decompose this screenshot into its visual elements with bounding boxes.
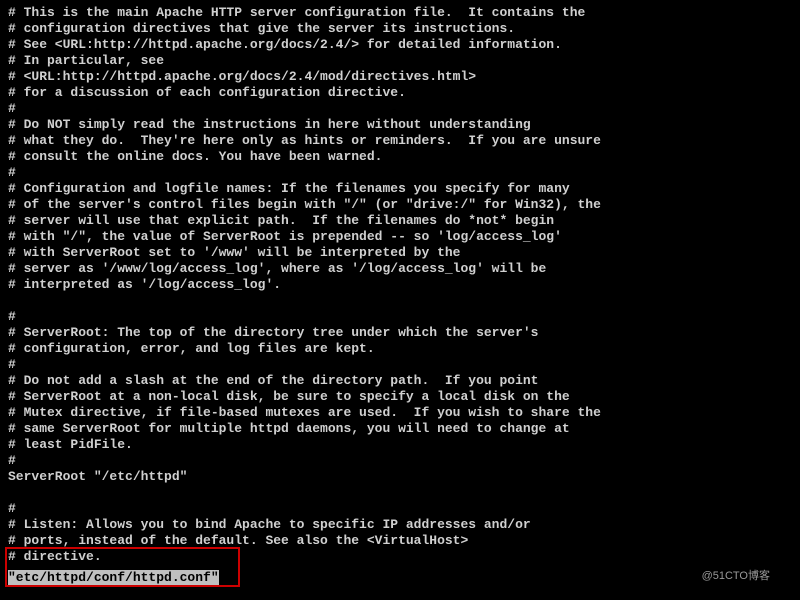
config-line: #: [8, 309, 16, 324]
config-line: # interpreted as '/log/access_log'.: [8, 277, 281, 292]
config-line: # with ServerRoot set to '/www' will be …: [8, 245, 460, 260]
config-line: # Listen: Allows you to bind Apache to s…: [8, 517, 531, 532]
config-line: # In particular, see: [8, 53, 164, 68]
config-line: # ports, instead of the default. See als…: [8, 533, 468, 548]
config-line: # Configuration and logfile names: If th…: [8, 181, 570, 196]
config-line: # server as '/www/log/access_log', where…: [8, 261, 546, 276]
config-line: # <URL:http://httpd.apache.org/docs/2.4/…: [8, 69, 476, 84]
config-line: #: [8, 453, 16, 468]
config-line: # configuration directives that give the…: [8, 21, 515, 36]
config-line: #: [8, 357, 16, 372]
config-line: # ServerRoot at a non-local disk, be sur…: [8, 389, 570, 404]
config-line: # least PidFile.: [8, 437, 133, 452]
config-line: # what they do. They're here only as hin…: [8, 133, 601, 148]
editor-status-line: "etc/httpd/conf/httpd.conf": [8, 570, 219, 586]
config-line: # This is the main Apache HTTP server co…: [8, 5, 585, 20]
config-line: # same ServerRoot for multiple httpd dae…: [8, 421, 570, 436]
config-line: # of the server's control files begin wi…: [8, 197, 601, 212]
config-line: # configuration, error, and log files ar…: [8, 341, 375, 356]
config-line: ServerRoot "/etc/httpd": [8, 469, 187, 484]
config-line: #: [8, 101, 16, 116]
config-line: # See <URL:http://httpd.apache.org/docs/…: [8, 37, 562, 52]
terminal-view[interactable]: # This is the main Apache HTTP server co…: [8, 5, 792, 565]
watermark-text: @51CTO博客: [702, 568, 770, 584]
config-line: #: [8, 165, 16, 180]
config-line: # Do NOT simply read the instructions in…: [8, 117, 531, 132]
config-line: # Do not add a slash at the end of the d…: [8, 373, 539, 388]
config-line: # consult the online docs. You have been…: [8, 149, 382, 164]
config-line: # server will use that explicit path. If…: [8, 213, 554, 228]
config-line: # ServerRoot: The top of the directory t…: [8, 325, 539, 340]
config-line: #: [8, 501, 16, 516]
config-line: # for a discussion of each configuration…: [8, 85, 406, 100]
config-line: # with "/", the value of ServerRoot is p…: [8, 229, 562, 244]
config-line: # directive.: [8, 549, 102, 564]
config-line: # Mutex directive, if file-based mutexes…: [8, 405, 601, 420]
file-path: "etc/httpd/conf/httpd.conf": [8, 570, 219, 585]
